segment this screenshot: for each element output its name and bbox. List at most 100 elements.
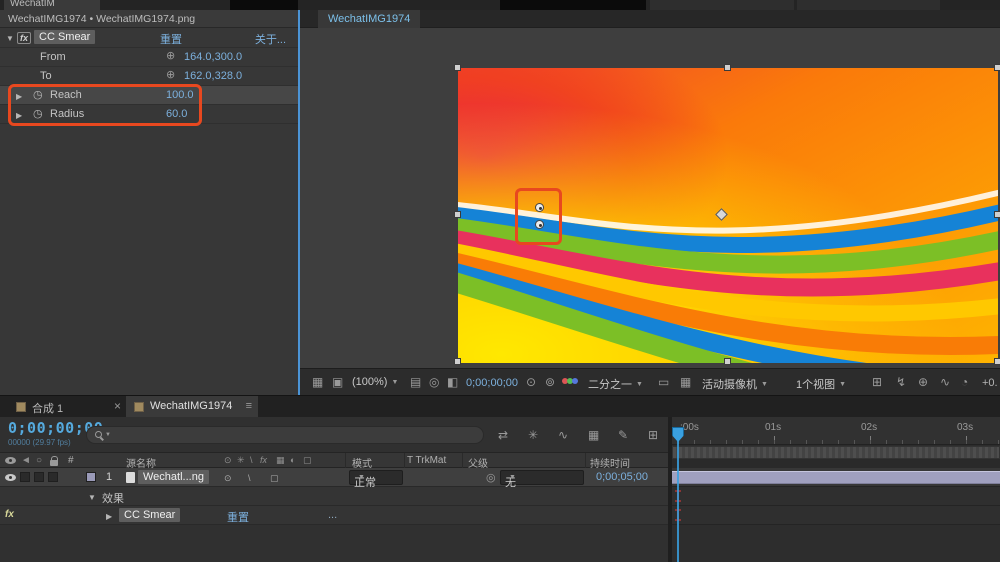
fast-preview-icon[interactable]: ↯ — [896, 376, 906, 388]
show-snapshot-icon[interactable]: ⊚ — [545, 376, 555, 388]
search-dropdown-arrow-icon[interactable]: ▼ — [105, 432, 111, 438]
label-color-swatch[interactable] — [86, 472, 96, 482]
video-column-eye-icon[interactable] — [5, 457, 16, 464]
tab-wechatimg1974[interactable]: WechatIMG1974 ≡ — [126, 396, 258, 418]
layer-shy-switch[interactable]: ⊙ — [224, 473, 232, 484]
effect-controls-panel-tab[interactable]: WechatIM — [4, 0, 100, 10]
snapshot-camera-icon[interactable]: ⊙ — [526, 376, 536, 388]
lock-cell[interactable] — [48, 472, 58, 482]
lock-column-icon[interactable] — [50, 456, 58, 466]
selection-handle[interactable] — [994, 211, 1000, 218]
reset-link[interactable]: 重置 — [160, 31, 182, 47]
quality-switch-icon[interactable]: \ — [250, 455, 253, 465]
layer-name[interactable]: Wechatl...ng — [138, 470, 209, 484]
effect-name[interactable]: CC Smear — [119, 508, 181, 522]
mini-flowchart-icon[interactable]: ⇄ — [498, 429, 508, 441]
effects-group-row[interactable]: ▼ 效果 — [0, 487, 668, 506]
camera-dropdown[interactable]: 活动摄像机 ▼ — [702, 376, 768, 392]
ruler-icon[interactable]: ▤ — [410, 376, 421, 388]
layer-eye-icon[interactable] — [5, 474, 16, 481]
panel-tab-fragment[interactable] — [500, 0, 646, 10]
stopwatch-icon[interactable]: ◷ — [33, 90, 43, 101]
point-picker-icon[interactable]: ⊕ — [166, 70, 175, 81]
time-ruler[interactable]: :00s 01s 02s 03s — [672, 417, 1000, 445]
panel-menu-icon[interactable]: ≡ — [246, 400, 252, 412]
effect-header-row[interactable]: ▼ fx CC Smear 重置 关于... — [0, 28, 298, 48]
parent-dropdown[interactable]: 无 ▼ — [500, 470, 584, 489]
search-input[interactable] — [117, 428, 477, 442]
effect-name[interactable]: CC Smear — [34, 30, 96, 44]
layer-row[interactable]: 1 Wechatl...ng ⊙ \ ▢ 正常 ▼ ◎ 无 ▼ 0;00;05;… — [0, 468, 668, 489]
twirl-closed-icon[interactable]: ▶ — [106, 512, 112, 521]
fx-badge-icon[interactable]: fx — [17, 32, 32, 44]
reset-link[interactable]: 重置 — [227, 509, 249, 525]
blend-mode-dropdown[interactable]: 正常 ▼ — [349, 470, 403, 489]
exposure-icon[interactable]: ◔ — [961, 376, 968, 388]
audio-cell[interactable] — [20, 472, 30, 482]
transparency-grid-icon[interactable]: ▦ — [680, 376, 691, 388]
selection-handle[interactable] — [454, 64, 461, 71]
channel-icon[interactable] — [562, 378, 578, 386]
frame-blend-switch-icon[interactable]: ▦ — [276, 455, 285, 466]
property-label[interactable]: Reach — [50, 89, 82, 101]
work-area-bar[interactable] — [672, 446, 1000, 459]
pickwhip-icon[interactable]: ◎ — [486, 471, 496, 484]
graph-icon[interactable]: ∿ — [940, 376, 950, 388]
view-layout-icon[interactable]: ▦ — [312, 376, 323, 388]
frame-blend-icon[interactable]: ▦ — [588, 429, 599, 441]
graph-editor-icon[interactable]: ∿ — [558, 429, 568, 441]
brainstorm-icon[interactable]: ⊞ — [648, 429, 658, 441]
effect-point-from[interactable] — [535, 203, 544, 212]
layer-duration-bar[interactable] — [672, 471, 1000, 484]
shy-switch-icon[interactable]: ⊙ — [224, 455, 232, 466]
pin-icon[interactable]: ⊕ — [918, 376, 928, 388]
region-of-interest-icon[interactable]: ▭ — [658, 376, 669, 388]
selection-handle[interactable] — [454, 358, 461, 365]
magnification-dropdown[interactable]: (100%) ▼ — [352, 376, 398, 388]
ellipsis-text[interactable]: ... — [328, 509, 337, 521]
solo-cell[interactable] — [34, 472, 44, 482]
exposure-value[interactable]: +0. — [982, 377, 998, 389]
composition-tab[interactable]: WechatIMG1974 — [318, 10, 421, 28]
viewer-canvas[interactable] — [300, 28, 1000, 368]
stopwatch-icon[interactable]: ◷ — [33, 109, 43, 120]
draft-3d-icon[interactable]: ✳ — [528, 429, 538, 441]
motion-blur-switch-icon[interactable]: ◐ — [290, 455, 295, 465]
collapse-switch-icon[interactable]: ✳ — [237, 455, 245, 466]
layer-duration[interactable]: 0;00;05;00 — [596, 471, 648, 483]
target-icon[interactable]: ◎ — [429, 376, 439, 388]
point-picker-icon[interactable]: ⊕ — [166, 51, 175, 62]
audio-column-icon[interactable]: ◄ — [21, 455, 31, 466]
tab-composition-1[interactable]: 合成 1 — [8, 396, 108, 418]
solo-column-icon[interactable]: ○ — [36, 455, 42, 466]
layer-quality-switch[interactable]: \ — [248, 473, 251, 483]
selection-handle[interactable] — [454, 211, 461, 218]
property-value[interactable]: 100.0 — [166, 89, 194, 101]
view-count-dropdown[interactable]: 1个视图 ▼ — [796, 376, 846, 392]
close-tab-icon[interactable]: × — [114, 399, 121, 413]
fx-switch-icon[interactable]: fx — [260, 455, 267, 465]
selection-handle[interactable] — [994, 358, 1000, 365]
pencil-icon[interactable]: ✎ — [618, 429, 628, 441]
property-value[interactable]: 60.0 — [166, 108, 187, 120]
selection-handle[interactable] — [724, 64, 731, 71]
twirl-closed-icon[interactable]: ▶ — [16, 111, 22, 120]
3d-switch-icon[interactable]: ▢ — [303, 455, 312, 466]
selection-handle[interactable] — [994, 64, 1000, 71]
playhead-line[interactable] — [677, 441, 679, 562]
panel-tab-fragment[interactable] — [230, 0, 298, 10]
property-label[interactable]: From — [40, 51, 66, 63]
property-value[interactable]: 164.0,300.0 — [184, 51, 242, 63]
property-value[interactable]: 162.0,328.0 — [184, 70, 242, 82]
twirl-open-icon[interactable]: ▼ — [6, 34, 14, 43]
share-view-icon[interactable]: ⊞ — [872, 376, 882, 388]
resolution-dropdown[interactable]: 二分之一 ▼ — [588, 376, 643, 392]
property-label[interactable]: Radius — [50, 108, 84, 120]
effects-group-label[interactable]: 效果 — [102, 490, 124, 506]
effect-point-to[interactable] — [535, 220, 544, 229]
mask-visibility-icon[interactable]: ◧ — [447, 376, 458, 388]
twirl-closed-icon[interactable]: ▶ — [16, 92, 22, 101]
layer-3d-switch[interactable]: ▢ — [270, 473, 279, 484]
effect-row-cc-smear[interactable]: fx ▶ CC Smear 重置 ... — [0, 506, 668, 525]
search-box[interactable]: ▼ — [86, 426, 484, 444]
